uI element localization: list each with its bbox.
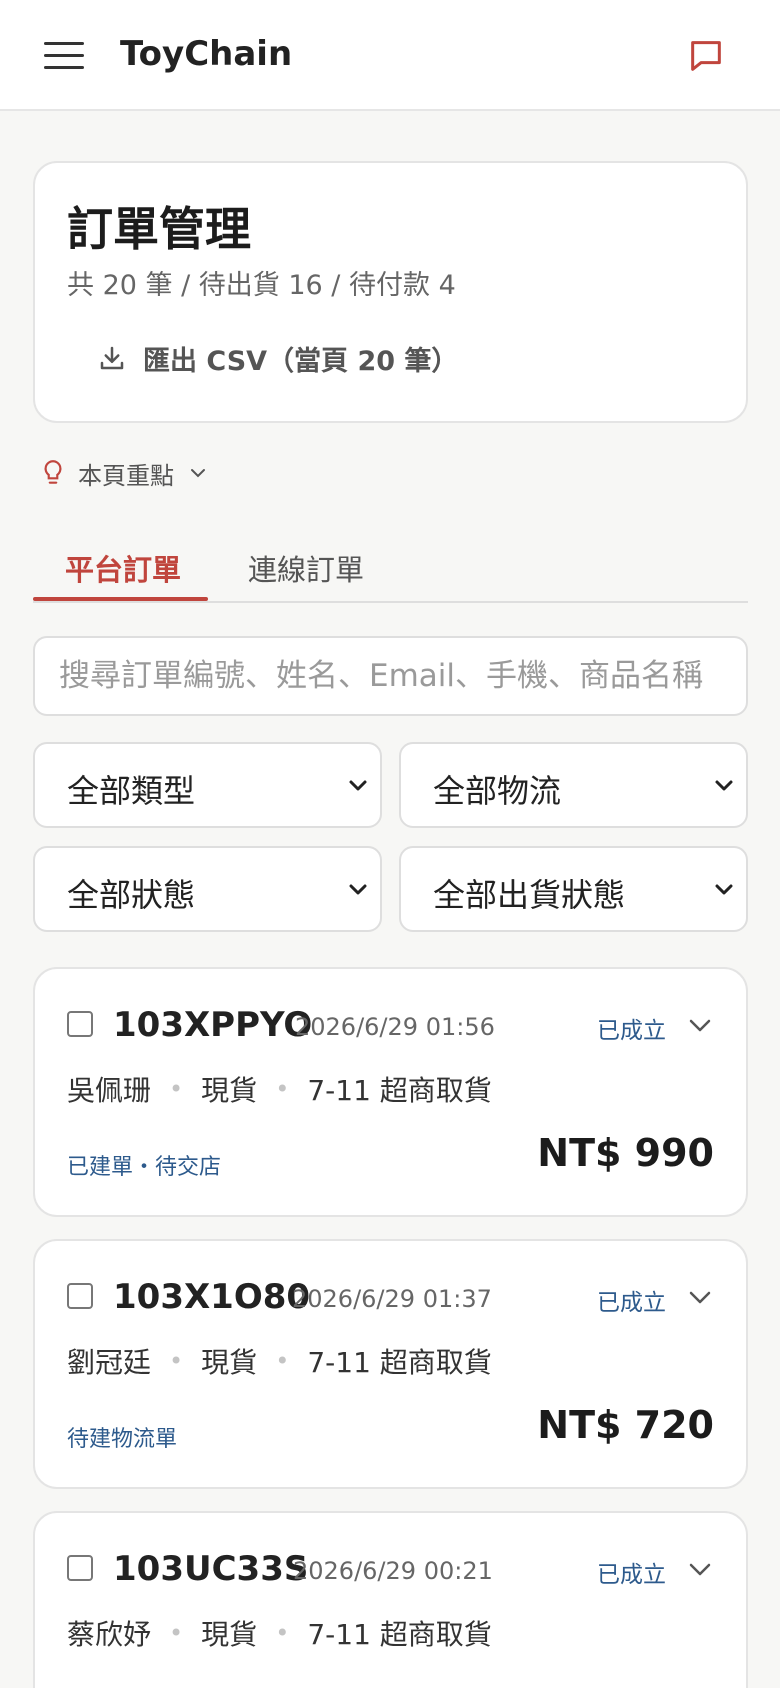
meta-separator: • [169,1347,184,1375]
order-summary: 共 20 筆 / 待出貨 16 / 待付款 4 [67,270,456,301]
top-bar: ToyChain [0,0,780,111]
order-date: 2026/6/29 01:56 [295,1013,495,1041]
delivery-method: 7-11 超商取貨 [307,1346,492,1379]
menu-icon-bar [44,54,84,57]
chevron-down-icon [715,780,733,791]
expand-order-button[interactable] [685,1011,715,1041]
active-tab-indicator [33,597,208,601]
order-id: 103UC33S [113,1549,309,1589]
order-meta: 吳佩珊 • 現貨 • 7-11 超商取貨 [67,1069,492,1109]
meta-separator: • [169,1619,184,1647]
delivery-method: 7-11 超商取貨 [307,1618,492,1651]
chevron-down-icon [689,1019,711,1032]
page-title: 訂單管理 [67,202,251,256]
header-card: 訂單管理 共 20 筆 / 待出貨 16 / 待付款 4 匯出 CSV（當頁 2… [33,161,748,423]
shipping-status-filter-select[interactable]: 全部出貨狀態 [399,846,748,932]
tab-platform-orders[interactable]: 平台訂單 [65,547,181,589]
chevron-down-icon [191,469,205,478]
menu-icon [44,42,84,45]
order-card[interactable]: 103UC33S 2026/6/29 00:21 已成立 蔡欣妤 • 現貨 • … [33,1511,748,1688]
type-filter-select[interactable]: 全部類型 [33,742,382,828]
shipping-status: 已建單・待交店 [67,1155,222,1180]
page-highlights-label: 本頁重點 [78,461,174,490]
order-id: 103X1O80 [113,1277,311,1317]
delivery-method: 7-11 超商取貨 [307,1074,492,1107]
type-filter-value: 全部類型 [67,772,196,810]
order-card[interactable]: 103XPPYO 2026/6/29 01:56 已成立 吳佩珊 • 現貨 • … [33,967,748,1217]
order-card[interactable]: 103X1O80 2026/6/29 01:37 已成立 劉冠廷 • 現貨 • … [33,1239,748,1489]
order-select-checkbox[interactable] [67,1283,93,1309]
shipping-status-filter-value: 全部出貨狀態 [433,876,626,914]
chevron-down-icon [689,1291,711,1304]
page-highlights-toggle[interactable]: 本頁重點 [40,456,208,490]
order-id: 103XPPYO [113,1005,313,1045]
search-input[interactable] [33,636,748,716]
menu-icon-bar [44,66,84,69]
meta-separator: • [275,1347,290,1375]
customer-name: 蔡欣妤 [67,1618,152,1651]
stock-type: 現貨 [201,1074,258,1107]
order-meta: 劉冠廷 • 現貨 • 7-11 超商取貨 [67,1341,492,1381]
chevron-down-icon [715,884,733,895]
meta-separator: • [169,1075,184,1103]
logistics-filter-select[interactable]: 全部物流 [399,742,748,828]
order-select-checkbox[interactable] [67,1011,93,1037]
order-select-checkbox[interactable] [67,1555,93,1581]
status-filter-select[interactable]: 全部狀態 [33,846,382,932]
order-total: NT$ 990 [537,1131,714,1175]
order-total: NT$ 720 [537,1403,714,1447]
order-status-badge: 已成立 [597,1562,666,1588]
stock-type: 現貨 [201,1618,258,1651]
order-meta: 蔡欣妤 • 現貨 • 7-11 超商取貨 [67,1613,492,1653]
chevron-down-icon [349,780,367,791]
lightbulb-icon [44,460,62,484]
order-date: 2026/6/29 00:21 [293,1557,493,1585]
order-status-badge: 已成立 [597,1018,666,1044]
chevron-down-icon [689,1563,711,1576]
expand-order-button[interactable] [685,1283,715,1313]
customer-name: 劉冠廷 [67,1346,152,1379]
order-tabs: 平台訂單 連線訂單 [33,535,748,603]
customer-name: 吳佩珊 [67,1074,152,1107]
order-status-badge: 已成立 [597,1290,666,1316]
status-filter-value: 全部狀態 [67,876,196,914]
expand-order-button[interactable] [685,1555,715,1585]
shipping-status: 待建物流單 [67,1427,178,1452]
menu-button[interactable] [40,38,88,72]
meta-separator: • [275,1619,290,1647]
logistics-filter-value: 全部物流 [433,772,562,810]
app-title: ToyChain [120,34,293,74]
meta-separator: • [275,1075,290,1103]
chevron-down-icon [349,884,367,895]
chat-icon [691,41,721,71]
export-csv-label: 匯出 CSV（當頁 20 筆） [143,345,459,377]
chat-button[interactable] [686,36,730,80]
order-date: 2026/6/29 01:37 [292,1285,492,1313]
tab-live-orders[interactable]: 連線訂單 [248,547,364,589]
stock-type: 現貨 [201,1346,258,1379]
export-csv-button[interactable]: 匯出 CSV（當頁 20 筆） [97,333,458,383]
download-icon [100,346,124,370]
